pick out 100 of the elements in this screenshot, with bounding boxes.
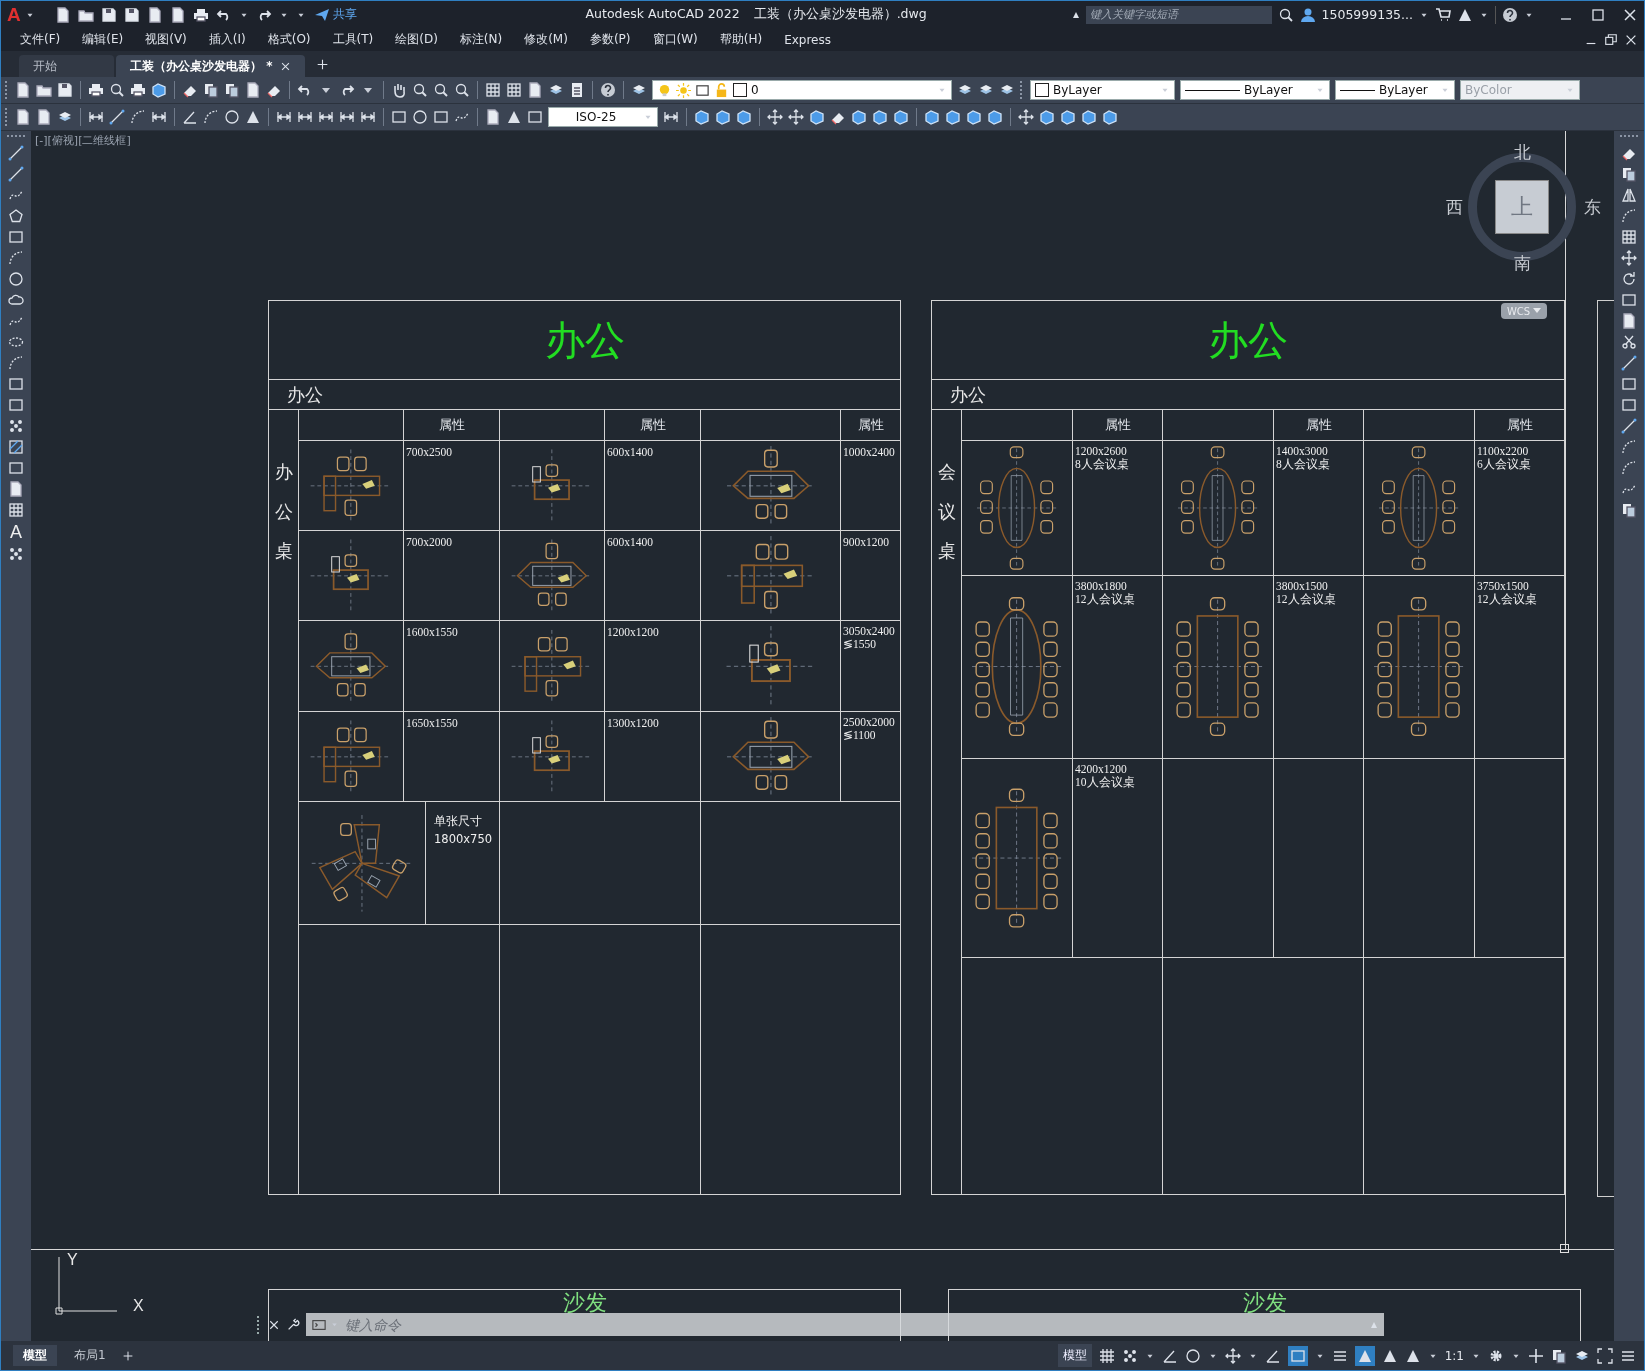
document-icon[interactable] bbox=[169, 6, 186, 23]
arc-icon[interactable] bbox=[1621, 439, 1637, 455]
move-icon[interactable] bbox=[767, 109, 783, 125]
printer-icon[interactable] bbox=[192, 6, 209, 23]
maximize-icon[interactable] bbox=[1590, 6, 1606, 23]
dimension-icon[interactable] bbox=[339, 109, 355, 125]
menu-item[interactable]: 标注(N) bbox=[448, 31, 514, 48]
document-icon[interactable] bbox=[245, 82, 261, 98]
copy-icon[interactable] bbox=[1551, 1347, 1567, 1364]
arc-icon[interactable] bbox=[203, 109, 219, 125]
restore-icon[interactable] bbox=[1604, 32, 1618, 47]
copy-icon[interactable] bbox=[1621, 166, 1637, 182]
document-icon[interactable] bbox=[485, 109, 501, 125]
plus-icon[interactable] bbox=[317, 58, 329, 70]
zoom-icon[interactable] bbox=[412, 82, 428, 98]
lineweight-dropdown[interactable]: ByLayer bbox=[1335, 80, 1455, 100]
dimension-icon[interactable] bbox=[297, 109, 313, 125]
document-tab[interactable]: 开始 bbox=[19, 55, 114, 77]
rectangle-icon[interactable] bbox=[433, 109, 449, 125]
viewport-label[interactable]: [-][俯视][二维线框] bbox=[35, 133, 131, 148]
text-tool[interactable]: A bbox=[10, 523, 22, 541]
menu-item[interactable]: 文件(F) bbox=[9, 31, 72, 48]
layout-tab[interactable]: 布局1 bbox=[64, 1345, 116, 1366]
rectangle-icon[interactable] bbox=[1621, 376, 1637, 392]
cube-icon[interactable] bbox=[151, 82, 167, 98]
dimension-icon[interactable] bbox=[360, 109, 376, 125]
linetype-dropdown[interactable]: ByLayer bbox=[1180, 80, 1330, 100]
menu-item[interactable]: 绘图(D) bbox=[384, 31, 449, 48]
cube-icon[interactable] bbox=[924, 109, 940, 125]
zoom-icon[interactable] bbox=[109, 82, 125, 98]
compass-direction[interactable]: 北 bbox=[1514, 144, 1531, 161]
line-icon[interactable] bbox=[8, 145, 24, 161]
menu-item[interactable]: 格式(O) bbox=[256, 31, 322, 48]
line-icon[interactable] bbox=[109, 109, 125, 125]
menu-item[interactable]: 参数(P) bbox=[578, 31, 642, 48]
zoom-icon[interactable] bbox=[454, 82, 470, 98]
circle-icon[interactable] bbox=[8, 271, 24, 287]
send-icon[interactable] bbox=[313, 6, 330, 23]
mirror-icon[interactable] bbox=[1621, 187, 1637, 203]
dimension-icon[interactable] bbox=[318, 109, 334, 125]
rectangle-icon[interactable] bbox=[391, 109, 407, 125]
document-icon[interactable] bbox=[1621, 313, 1637, 329]
rectangle-icon[interactable] bbox=[1621, 292, 1637, 308]
layer-dropdown[interactable]: 0 bbox=[652, 80, 952, 100]
calculator-icon[interactable] bbox=[569, 82, 585, 98]
dimension-icon[interactable] bbox=[663, 109, 679, 125]
dimension-icon[interactable] bbox=[151, 109, 167, 125]
copy-icon[interactable] bbox=[1621, 502, 1637, 518]
model-space-button[interactable]: 模型 bbox=[1057, 1344, 1092, 1367]
save-icon[interactable] bbox=[123, 6, 140, 23]
menu-item[interactable]: 视图(V) bbox=[134, 31, 198, 48]
plus-icon[interactable] bbox=[1528, 1347, 1544, 1364]
cube-icon[interactable] bbox=[715, 109, 731, 125]
compass-direction[interactable]: 南 bbox=[1514, 255, 1531, 272]
hatch-icon[interactable] bbox=[8, 439, 24, 455]
close-icon[interactable] bbox=[268, 1318, 280, 1331]
plus-icon[interactable] bbox=[122, 1350, 133, 1361]
angle-icon[interactable] bbox=[182, 109, 198, 125]
document-icon[interactable] bbox=[15, 109, 31, 125]
dimension-icon[interactable] bbox=[276, 109, 292, 125]
cube-icon[interactable] bbox=[1039, 109, 1055, 125]
cube-icon[interactable] bbox=[694, 109, 710, 125]
move-icon[interactable] bbox=[788, 109, 804, 125]
folder-icon[interactable] bbox=[36, 82, 52, 98]
document-icon[interactable] bbox=[15, 82, 31, 98]
copy-icon[interactable] bbox=[203, 82, 219, 98]
compass-direction[interactable]: 东 bbox=[1584, 199, 1601, 216]
document-icon[interactable] bbox=[527, 82, 543, 98]
menu-item[interactable]: 工具(T) bbox=[321, 31, 385, 48]
rectangle-icon[interactable] bbox=[8, 397, 24, 413]
circle-icon[interactable] bbox=[412, 109, 428, 125]
compass-direction[interactable]: 西 bbox=[1446, 199, 1463, 216]
dots-icon[interactable] bbox=[1121, 1347, 1138, 1364]
menu-item[interactable]: Express bbox=[773, 32, 842, 47]
ellipse-icon[interactable] bbox=[8, 334, 24, 350]
cube-icon[interactable] bbox=[945, 109, 961, 125]
grid-icon[interactable] bbox=[1098, 1347, 1115, 1364]
copy-icon[interactable] bbox=[224, 82, 240, 98]
user-name[interactable]: 1505999135... bbox=[1321, 7, 1413, 22]
triangle-icon[interactable] bbox=[245, 109, 261, 125]
cube-icon[interactable] bbox=[1081, 109, 1097, 125]
move-icon[interactable] bbox=[1224, 1347, 1241, 1364]
user-icon[interactable] bbox=[1299, 6, 1316, 23]
app-logo[interactable]: A bbox=[7, 3, 21, 26]
cube-icon[interactable] bbox=[1060, 109, 1076, 125]
save-icon[interactable] bbox=[100, 6, 117, 23]
search-icon[interactable] bbox=[1277, 6, 1294, 23]
command-field[interactable]: 键入命令 bbox=[343, 1315, 1366, 1334]
layout-tab[interactable]: 模型 bbox=[13, 1345, 57, 1366]
table-icon[interactable] bbox=[1621, 229, 1637, 245]
pentagon-icon[interactable] bbox=[8, 208, 24, 224]
wrench-icon[interactable] bbox=[286, 1317, 300, 1332]
grip-handle[interactable] bbox=[1560, 1244, 1569, 1253]
table-icon[interactable] bbox=[485, 82, 501, 98]
zoom-icon[interactable] bbox=[433, 82, 449, 98]
line-icon[interactable] bbox=[1621, 355, 1637, 371]
rotate-icon[interactable] bbox=[1621, 271, 1637, 287]
table-icon[interactable] bbox=[8, 502, 24, 518]
menu-item[interactable]: 帮助(H) bbox=[708, 31, 774, 48]
cube-icon[interactable] bbox=[987, 109, 1003, 125]
